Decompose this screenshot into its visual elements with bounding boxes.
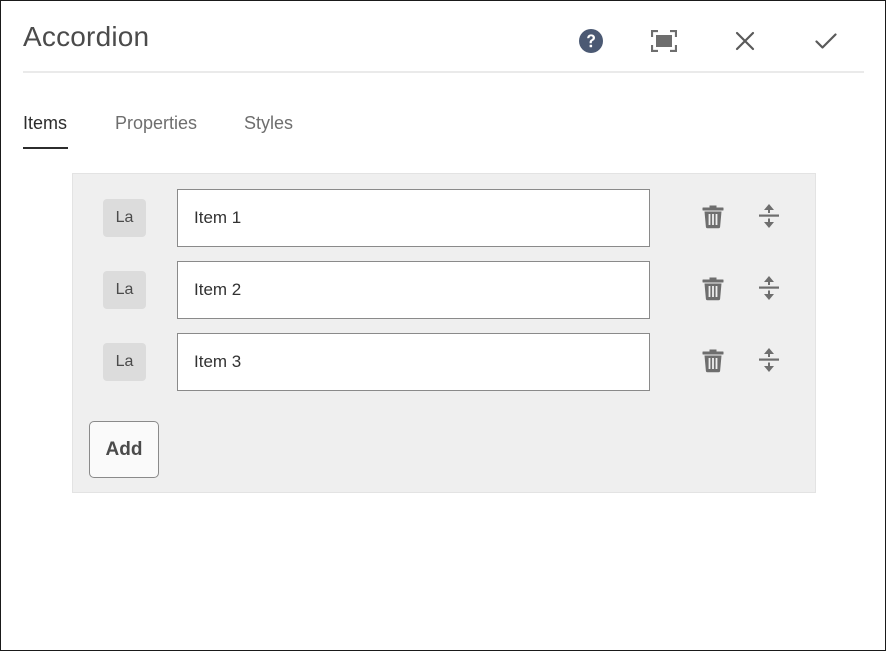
tab-selected-indicator bbox=[23, 147, 68, 149]
item-row: La bbox=[73, 189, 817, 247]
reorder-item-handle[interactable] bbox=[751, 273, 787, 307]
item-title-input[interactable] bbox=[177, 333, 650, 391]
close-button[interactable] bbox=[727, 23, 763, 59]
tab-items-label: Items bbox=[23, 113, 68, 133]
close-icon bbox=[735, 31, 755, 51]
trash-icon bbox=[701, 275, 725, 306]
trash-icon bbox=[701, 347, 725, 378]
tab-styles[interactable]: Styles bbox=[244, 109, 293, 151]
delete-item-button[interactable] bbox=[695, 345, 731, 379]
confirm-button[interactable] bbox=[808, 23, 844, 59]
help-button[interactable] bbox=[573, 23, 609, 59]
add-item-button[interactable]: Add bbox=[89, 421, 159, 478]
reorder-item-handle[interactable] bbox=[751, 345, 787, 379]
items-multifield: La Item 1 La Item 2 La Item 3 Add bbox=[72, 173, 816, 493]
tab-styles-label: Styles bbox=[244, 113, 294, 133]
drag-handle-icon bbox=[758, 347, 780, 378]
fullscreen-button[interactable] bbox=[646, 23, 682, 59]
trash-icon bbox=[701, 203, 725, 234]
language-badge: La bbox=[103, 343, 146, 381]
dialog-title: Accordion bbox=[23, 21, 150, 52]
item-title-input[interactable] bbox=[177, 189, 650, 247]
language-badge: La bbox=[103, 271, 146, 309]
check-icon bbox=[815, 32, 837, 50]
delete-item-button[interactable] bbox=[695, 273, 731, 307]
reorder-item-handle[interactable] bbox=[751, 201, 787, 235]
tab-properties-label: Properties bbox=[115, 113, 198, 133]
delete-item-button[interactable] bbox=[695, 201, 731, 235]
dialog-header: Accordion bbox=[23, 1, 864, 73]
fullscreen-icon bbox=[651, 30, 677, 52]
accordion-dialog: Accordion Items Properties Styles La Ite… bbox=[0, 0, 886, 651]
help-icon bbox=[578, 28, 604, 54]
tab-items[interactable]: Items bbox=[23, 109, 68, 151]
item-row: La bbox=[73, 333, 817, 391]
language-badge: La bbox=[103, 199, 146, 237]
drag-handle-icon bbox=[758, 275, 780, 306]
tab-properties[interactable]: Properties bbox=[115, 109, 197, 151]
drag-handle-icon bbox=[758, 203, 780, 234]
item-row: La bbox=[73, 261, 817, 319]
item-title-input[interactable] bbox=[177, 261, 650, 319]
